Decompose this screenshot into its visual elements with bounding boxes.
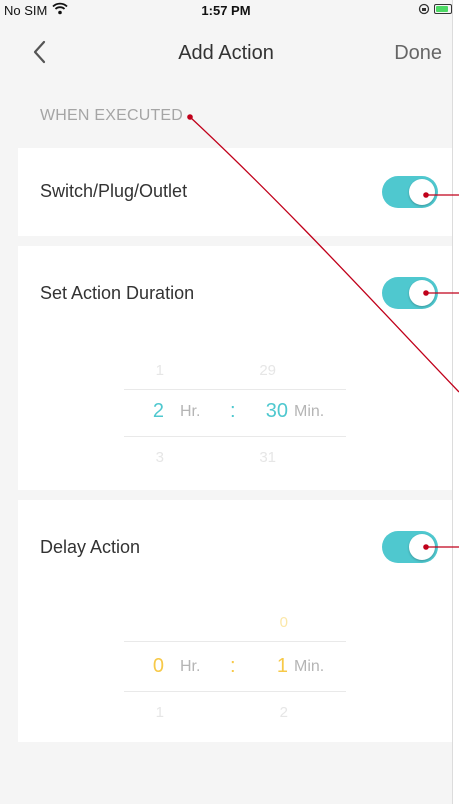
callout-dot-delay — [423, 544, 429, 550]
callout-dot-when-executed — [187, 114, 193, 120]
callout-dot-switch — [423, 192, 429, 198]
callout-line-when-executed — [189, 116, 459, 393]
annotation-callouts — [187, 114, 459, 550]
callout-dot-duration — [423, 290, 429, 296]
